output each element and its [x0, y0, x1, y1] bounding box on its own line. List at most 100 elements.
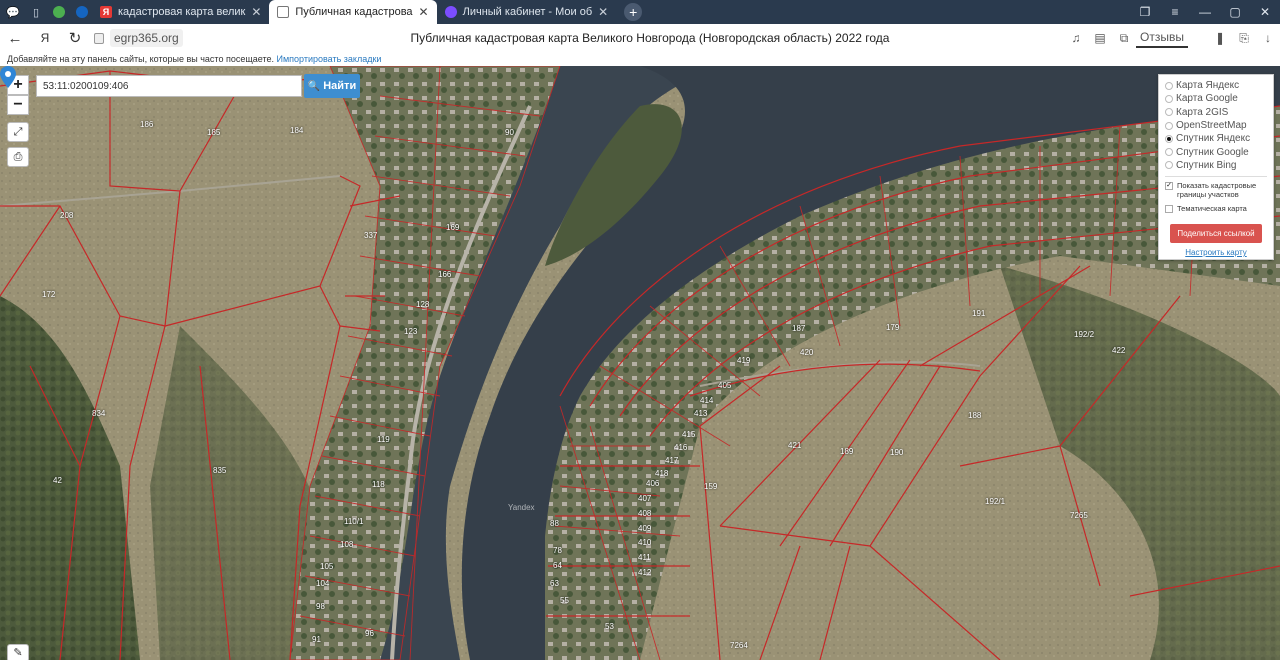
extension-icon[interactable]: ⧉ — [1112, 31, 1136, 46]
parcel-number-label[interactable]: 190 — [890, 448, 903, 457]
pinned-doc-icon[interactable]: ▯ — [26, 2, 46, 22]
minimize-icon[interactable]: — — [1190, 5, 1220, 19]
close-tab-icon[interactable]: ✕ — [598, 5, 608, 19]
restore-icon[interactable]: ▢ — [1220, 5, 1250, 19]
parcel-number-label[interactable]: 53 — [605, 622, 614, 631]
bookmark-icon[interactable]: ❚ — [1208, 31, 1232, 45]
location-marker-icon[interactable] — [0, 66, 16, 88]
parcel-number-label[interactable]: 405 — [718, 381, 731, 390]
parcel-number-label[interactable]: 417 — [665, 456, 678, 465]
tab-public-cadastral-map[interactable]: Публичная кадастрова ✕ — [269, 0, 437, 24]
find-button[interactable]: 🔍 Найти — [304, 74, 360, 98]
parcel-number-label[interactable]: 192/1 — [985, 497, 1005, 506]
parcel-number-label[interactable]: 159 — [704, 482, 717, 491]
parcel-number-label[interactable]: 406 — [646, 479, 659, 488]
zoom-out-button[interactable]: − — [7, 95, 29, 115]
menu-icon[interactable]: ≡ — [1160, 5, 1190, 19]
parcel-number-label[interactable]: 186 — [140, 120, 153, 129]
parcel-number-label[interactable]: 409 — [638, 524, 651, 533]
parcel-number-label[interactable]: 104 — [316, 579, 329, 588]
parcel-number-label[interactable]: 123 — [404, 327, 417, 336]
downloads-panel-icon[interactable]: ⎘ — [1232, 31, 1256, 46]
parcel-number-label[interactable]: 98 — [316, 602, 325, 611]
parcel-number-label[interactable]: 422 — [1112, 346, 1125, 355]
import-bookmarks-link[interactable]: Импортировать закладки — [277, 54, 382, 64]
parcel-number-label[interactable]: 90 — [505, 128, 514, 137]
layer-option[interactable]: Спутник Яндекс — [1165, 132, 1273, 145]
tab-cadastral-search[interactable]: Я кадастровая карта велик ✕ — [92, 0, 269, 24]
parcel-number-label[interactable]: 184 — [290, 126, 303, 135]
parcel-number-label[interactable]: 192/2 — [1074, 330, 1094, 339]
parcel-number-label[interactable]: 7265 — [1070, 511, 1088, 520]
parcel-number-label[interactable]: 55 — [560, 596, 569, 605]
parcel-number-label[interactable]: 78 — [553, 546, 562, 555]
parcel-number-label[interactable]: 418 — [655, 469, 668, 478]
cadastral-number-input[interactable] — [36, 75, 302, 97]
show-boundaries-checkbox[interactable]: ✓ Показать кадастровые границы участков — [1165, 181, 1273, 199]
parcel-number-label[interactable]: 88 — [550, 519, 559, 528]
parcel-number-label[interactable]: 169 — [446, 223, 459, 232]
download-icon[interactable]: ↓ — [1256, 31, 1280, 45]
layer-option[interactable]: Карта Google — [1165, 92, 1273, 105]
reload-icon[interactable]: ↻ — [60, 29, 90, 47]
parcel-number-label[interactable]: 415 — [682, 430, 695, 439]
parcel-number-label[interactable]: 835 — [213, 466, 226, 475]
parcel-number-label[interactable]: 414 — [700, 396, 713, 405]
parcel-number-label[interactable]: 413 — [694, 409, 707, 418]
cadastral-map[interactable]: 186 185 184 208 337 172 834 835 42 421 189 190 188 19… — [0, 66, 1280, 660]
pinned-green-icon[interactable] — [49, 2, 69, 22]
new-tab-button[interactable]: + — [624, 3, 643, 21]
parcel-number-label[interactable]: 419 — [737, 356, 750, 365]
collections-icon[interactable]: ❐ — [1130, 5, 1160, 19]
parcel-number-label[interactable]: 118 — [372, 480, 385, 489]
parcel-number-label[interactable]: 421 — [788, 441, 801, 450]
close-tab-icon[interactable]: ✕ — [419, 5, 429, 19]
parcel-number-label[interactable]: 412 — [638, 568, 651, 577]
layer-option[interactable]: Карта Яндекс — [1165, 79, 1273, 92]
parcel-number-label[interactable]: 416 — [674, 443, 687, 452]
parcel-number-label[interactable]: 410 — [638, 538, 651, 547]
parcel-number-label[interactable]: 834 — [92, 409, 105, 418]
layer-option[interactable]: Спутник Bing — [1165, 159, 1273, 172]
tab-personal-cabinet[interactable]: Личный кабинет - Мои об ✕ — [437, 0, 617, 24]
parcel-number-label[interactable]: 96 — [365, 629, 374, 638]
parcel-number-label[interactable]: 189 — [840, 447, 853, 456]
url-text[interactable]: egrp365.org — [110, 29, 183, 47]
parcel-number-label[interactable]: 119 — [377, 435, 390, 444]
parcel-number-label[interactable]: 108 — [340, 540, 353, 549]
parcel-number-label[interactable]: 408 — [638, 509, 651, 518]
parcel-number-label[interactable]: 179 — [886, 323, 899, 332]
headphones-icon[interactable]: ♫ — [1064, 31, 1088, 45]
parcel-number-label[interactable]: 172 — [42, 290, 55, 299]
parcel-number-label[interactable]: 208 — [60, 211, 73, 220]
parcel-number-label[interactable]: 166 — [438, 270, 451, 279]
url-field[interactable]: egrp365.org — [94, 29, 183, 47]
parcel-number-label[interactable]: 63 — [550, 579, 559, 588]
reader-icon[interactable]: ▤ — [1088, 31, 1112, 45]
fullscreen-icon[interactable]: ⤢ — [7, 122, 29, 142]
thematic-map-checkbox[interactable]: Тематическая карта — [1165, 204, 1273, 214]
parcel-number-label[interactable]: 407 — [638, 494, 651, 503]
parcel-number-label[interactable]: 105 — [320, 562, 333, 571]
feedback-button[interactable]: Отзывы — [1136, 28, 1188, 48]
parcel-number-label[interactable]: 411 — [638, 553, 651, 562]
parcel-number-label[interactable]: 110/1 — [344, 517, 363, 526]
yandex-home-icon[interactable]: Я — [30, 31, 60, 45]
configure-map-link[interactable]: Настроить карту — [1165, 248, 1273, 257]
layer-option[interactable]: OpenStreetMap — [1165, 119, 1273, 132]
layer-option[interactable]: Карта 2GIS — [1165, 106, 1273, 119]
parcel-number-label[interactable]: 64 — [553, 561, 562, 570]
parcel-number-label[interactable]: 185 — [207, 128, 220, 137]
parcel-number-label[interactable]: 128 — [416, 300, 429, 309]
parcel-number-label[interactable]: 7264 — [730, 641, 748, 650]
parcel-number-label[interactable]: 42 — [53, 476, 62, 485]
draw-pencil-icon[interactable]: ✎ — [7, 644, 29, 660]
close-tab-icon[interactable]: ✕ — [251, 5, 261, 19]
share-link-button[interactable]: Поделиться ссылкой — [1170, 224, 1262, 244]
layer-option[interactable]: Спутник Google — [1165, 145, 1273, 158]
parcel-number-label[interactable]: 188 — [968, 411, 981, 420]
pinned-chat-icon[interactable]: 💬 — [3, 2, 23, 22]
print-icon[interactable]: ⎙ — [7, 147, 29, 167]
close-window-icon[interactable]: ✕ — [1250, 5, 1280, 19]
parcel-number-label[interactable]: 187 — [792, 324, 805, 333]
